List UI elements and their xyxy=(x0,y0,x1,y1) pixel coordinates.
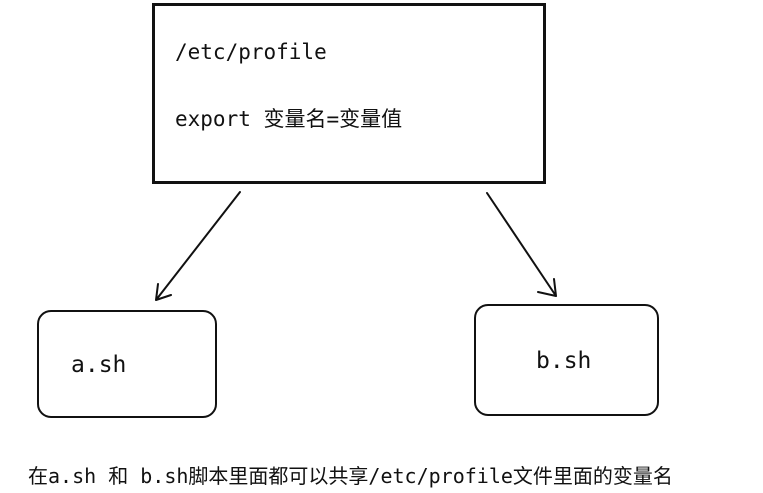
profile-path-text: /etc/profile xyxy=(175,40,327,64)
arrow-to-b-sh xyxy=(486,192,557,297)
caption-text: 在a.sh 和 b.sh脚本里面都可以共享/etc/profile文件里面的变量… xyxy=(28,464,673,488)
profile-box: /etc/profile export 变量名=变量值 xyxy=(152,3,546,184)
export-statement-text: export 变量名=变量值 xyxy=(175,107,403,131)
arrow-to-a-sh xyxy=(155,191,241,301)
b-sh-box: b.sh xyxy=(474,304,659,416)
b-sh-label: b.sh xyxy=(536,348,592,374)
a-sh-box: a.sh xyxy=(37,310,217,418)
a-sh-label: a.sh xyxy=(71,352,127,378)
